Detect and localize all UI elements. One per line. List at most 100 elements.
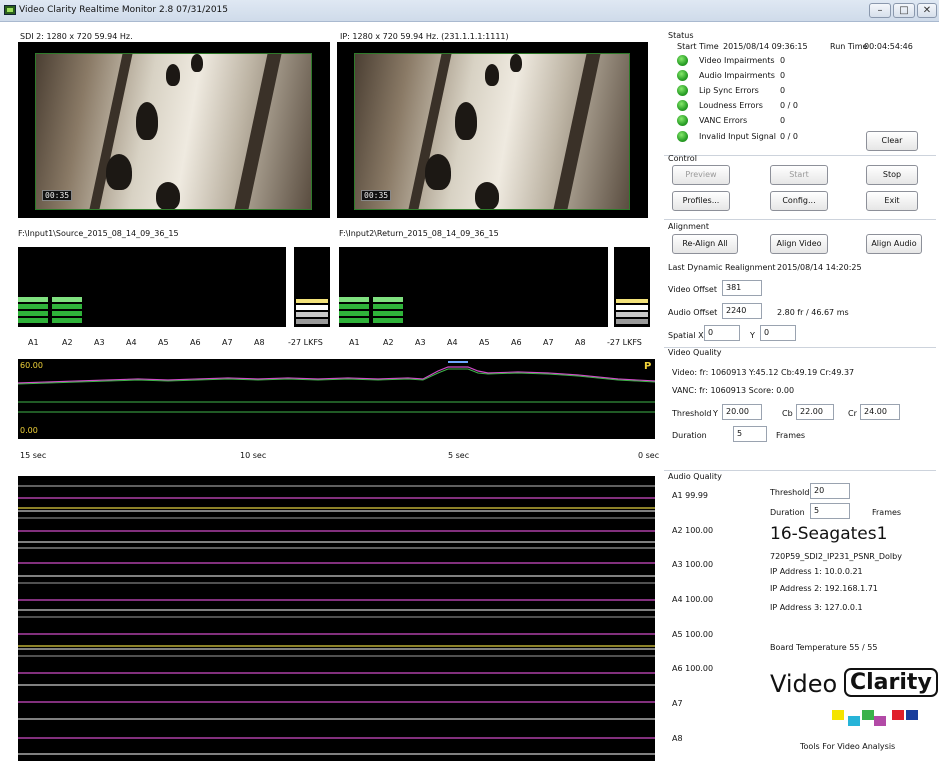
spatial-x-input[interactable]: 0: [704, 325, 740, 341]
channel-label: A2: [383, 338, 394, 347]
right-video-frame: 00:35: [354, 53, 630, 210]
divider: [664, 219, 936, 220]
minimize-button[interactable]: –: [869, 3, 891, 18]
audio-quality-graph[interactable]: [18, 476, 655, 761]
vanc-readout: VANC: fr: 1060913 Score: 0.00: [672, 386, 795, 395]
video-duration-input[interactable]: 5: [733, 426, 767, 442]
status-value: 0 / 0: [780, 101, 798, 110]
audio-channel-score: A5 100.00: [672, 630, 714, 639]
channel-label: A5: [479, 338, 490, 347]
device-name: 16-Seagates1: [770, 524, 888, 544]
time-axis-label: 0 sec: [638, 451, 660, 460]
swatch: [848, 716, 860, 726]
ip-address-1: IP Address 1: 10.0.0.21: [770, 567, 863, 576]
audio-channel-score: A3 100.00: [672, 560, 714, 569]
cb-label: Cb: [782, 409, 793, 418]
spatial-y-input[interactable]: 0: [760, 325, 796, 341]
status-value: 0: [780, 56, 786, 65]
audio-channel-score: A4 100.00: [672, 595, 714, 604]
frames-label: Frames: [776, 431, 806, 440]
control-section-title: Control: [668, 154, 697, 163]
status-ok-icon: [677, 85, 688, 96]
clear-button[interactable]: Clear: [866, 131, 918, 151]
window-title: Video Clarity Realtime Monitor 2.8 07/31…: [19, 5, 229, 15]
close-button[interactable]: ✕: [917, 3, 937, 18]
right-channel-labels: A1 A2 A3 A4 A5 A6 A7 A8 -27 LKFS: [339, 338, 659, 350]
time-axis-label: 5 sec: [448, 451, 470, 460]
align-audio-button[interactable]: Align Audio: [866, 234, 922, 254]
status-label: Invalid Input Signal: [699, 132, 776, 141]
realign-all-button[interactable]: Re-Align All: [672, 234, 738, 254]
start-time-label: Start Time: [677, 42, 719, 51]
audio-channel-score: A2 100.00: [672, 526, 714, 535]
channel-label: A8: [575, 338, 586, 347]
channel-label: A6: [190, 338, 201, 347]
stop-button[interactable]: Stop: [866, 165, 918, 185]
channel-label: A4: [447, 338, 458, 347]
board-temperature: Board Temperature 55 / 55: [770, 643, 878, 652]
status-ok-icon: [677, 70, 688, 81]
video-offset-input[interactable]: 381: [722, 280, 762, 296]
profiles-button[interactable]: Profiles...: [672, 191, 730, 211]
status-ok-icon: [677, 55, 688, 66]
app-icon: [4, 5, 16, 15]
threshold-cr-input[interactable]: 24.00: [860, 404, 900, 420]
status-value: 0 / 0: [780, 132, 798, 141]
channel-label: -27 LKFS: [288, 338, 323, 347]
logo-word-video: Video: [770, 670, 838, 698]
right-video-format-label: IP: 1280 x 720 59.94 Hz. (231.1.1.1:1111…: [340, 32, 509, 41]
title-bar[interactable]: Video Clarity Realtime Monitor 2.8 07/31…: [0, 0, 939, 22]
channel-label: A2: [62, 338, 73, 347]
maximize-button[interactable]: □: [893, 3, 915, 18]
channel-label: A5: [158, 338, 169, 347]
audio-quality-section-title: Audio Quality: [668, 472, 722, 481]
audio-threshold-label: Threshold: [770, 488, 810, 497]
status-row-video-impairments: Video Impairments 0: [677, 55, 857, 67]
audio-duration-label: Duration: [770, 508, 805, 517]
last-realignment-label: Last Dynamic Realignment: [668, 263, 776, 272]
channel-label: A3: [94, 338, 105, 347]
preview-button[interactable]: Preview: [672, 165, 730, 185]
brand-tagline: Tools For Video Analysis: [800, 742, 896, 751]
audio-channel-score: A6 100.00: [672, 664, 714, 673]
alignment-section-title: Alignment: [668, 222, 709, 231]
spatial-y-label: Y: [750, 331, 755, 340]
swatch: [818, 710, 830, 720]
status-section-title: Status: [668, 31, 694, 40]
left-video-format-label: SDI 2: 1280 x 720 59.94 Hz.: [20, 32, 133, 41]
channel-label: A3: [415, 338, 426, 347]
audio-offset-input[interactable]: 2240: [722, 303, 762, 319]
swatch: [874, 716, 886, 726]
graph-max-value: 60.00: [20, 361, 43, 370]
last-realignment-value: 2015/08/14 14:20:25: [777, 263, 862, 272]
align-video-button[interactable]: Align Video: [770, 234, 828, 254]
video-quality-section-title: Video Quality: [668, 348, 722, 357]
left-channel-labels: A1 A2 A3 A4 A5 A6 A7 A8 -27 LKFS: [18, 338, 338, 350]
video-quality-graph[interactable]: 60.00 0.00 P: [18, 359, 655, 439]
status-label: VANC Errors: [699, 116, 748, 125]
threshold-y-input[interactable]: 20.00: [722, 404, 762, 420]
spatial-x-label: Spatial X: [668, 331, 704, 340]
config-button[interactable]: Config...: [770, 191, 828, 211]
channel-label: A7: [543, 338, 554, 347]
channel-label: A1: [28, 338, 39, 347]
audio-offset-label: Audio Offset: [668, 308, 718, 317]
threshold-cb-input[interactable]: 22.00: [796, 404, 834, 420]
divider: [664, 470, 936, 471]
audio-threshold-input[interactable]: 20: [810, 483, 850, 499]
exit-button[interactable]: Exit: [866, 191, 918, 211]
start-button[interactable]: Start: [770, 165, 828, 185]
ip-address-2: IP Address 2: 192.168.1.71: [770, 584, 878, 593]
status-row-invalid-input: Invalid Input Signal 0 / 0: [677, 131, 857, 143]
left-timecode: 00:35: [42, 190, 73, 201]
status-ok-icon: [677, 115, 688, 126]
audio-duration-input[interactable]: 5: [810, 503, 850, 519]
status-row-audio-impairments: Audio Impairments 0: [677, 70, 857, 82]
left-video-panel[interactable]: 00:35: [18, 42, 330, 218]
graph-marker: P: [644, 361, 652, 372]
status-label: Audio Impairments: [699, 71, 775, 80]
right-video-panel[interactable]: 00:35: [337, 42, 648, 218]
run-time-value: 00:04:54:46: [864, 42, 913, 51]
swatch: [862, 710, 874, 720]
audio-frames-label: Frames: [872, 508, 902, 517]
